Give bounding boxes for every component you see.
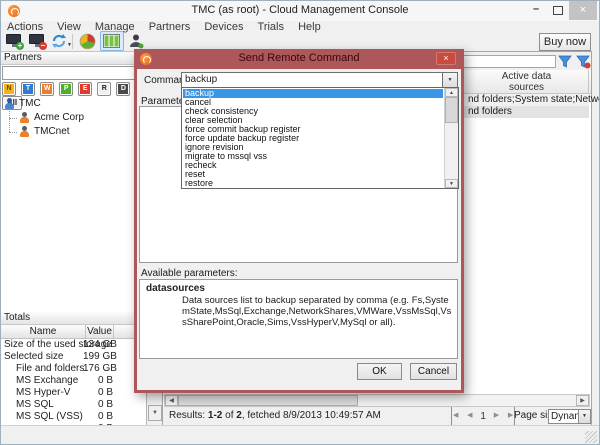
totals-row: MS Hyper-V0 B (1, 387, 147, 399)
tree-item-tmcnet[interactable]: TMCnet (1, 125, 147, 139)
dropdown-scrollbar[interactable]: ▲ ▼ (444, 88, 458, 188)
close-button[interactable]: × (569, 1, 597, 20)
filter-e-button[interactable]: E (78, 82, 92, 96)
ok-button[interactable]: OK (357, 363, 402, 380)
partner-filter-buttons: N T W P E R D All (2, 82, 146, 97)
totals-col-name[interactable]: Name (1, 325, 86, 338)
current-page-number: 1 (480, 408, 486, 426)
toolbar-separator (72, 34, 73, 49)
buy-now-button[interactable]: Buy now (539, 33, 591, 51)
dropdown-option-reset[interactable]: reset (183, 170, 443, 179)
maximize-button[interactable] (553, 6, 563, 15)
next-page-button[interactable]: ▶ (494, 407, 499, 425)
filter-t-button[interactable]: T (21, 82, 35, 96)
user-account-icon[interactable] (128, 33, 146, 49)
minimize-button[interactable]: – (529, 3, 543, 22)
totals-col-value[interactable]: Value (86, 325, 114, 338)
partner-icon (19, 126, 29, 137)
partner-root-icon (4, 98, 14, 109)
menu-view[interactable]: View (57, 21, 81, 33)
partners-panel: Partners N T W P E R D All TMC Acme Corp (1, 51, 147, 425)
clear-filter-icon[interactable] (576, 55, 591, 69)
partners-search-input[interactable] (2, 66, 145, 80)
first-page-button[interactable]: ◀ (451, 407, 458, 425)
filter-w-button[interactable]: W (40, 82, 54, 96)
scrollbar-thumb[interactable] (445, 97, 458, 123)
parameter-name: datasources (146, 283, 205, 294)
title-bar: TMC (as root) - Cloud Management Console… (1, 1, 599, 21)
chevron-down-icon: ▼ (578, 410, 590, 423)
scroll-left-button[interactable]: ◀ (165, 395, 178, 406)
scroll-up-button[interactable]: ▲ (445, 88, 458, 97)
totals-row: Selected size199 GB (1, 351, 147, 363)
tree-item-acme-corp[interactable]: Acme Corp (1, 111, 147, 125)
status-strip (1, 425, 599, 445)
menu-devices[interactable]: Devices (204, 21, 243, 33)
tree-item-tmc[interactable]: TMC (1, 97, 147, 111)
menu-partners[interactable]: Partners (149, 21, 191, 33)
dialog-title-bar: Send Remote Command × (134, 49, 464, 69)
filter-r-button[interactable]: R (97, 82, 111, 96)
totals-rows: Size of the used storage134 GB Selected … (1, 339, 147, 426)
partners-panel-title: Partners (1, 52, 146, 65)
window-title: TMC (as root) - Cloud Management Console (1, 4, 599, 16)
command-select[interactable]: backup ▼ (181, 72, 458, 88)
available-parameters-label: Available parameters: (141, 268, 238, 279)
chevron-down-icon: ▼ (442, 73, 457, 87)
menu-help[interactable]: Help (298, 21, 321, 33)
totals-row: MS SQL (VSS)0 B (1, 411, 147, 423)
scroll-right-button[interactable]: ▶ (576, 395, 589, 406)
results-bar: Results: 1-2 of 2, fetched 8/9/2013 10:4… (163, 407, 591, 426)
menu-bar: Actions View Manage Partners Devices Tri… (1, 21, 599, 33)
totals-column-headers: Name Value (1, 325, 147, 339)
filter-n-button[interactable]: N (2, 82, 16, 96)
filter-p-button[interactable]: P (59, 82, 73, 96)
parameter-description: Data sources list to backup separated by… (182, 295, 454, 328)
dropdown-option-recheck[interactable]: recheck (183, 161, 443, 170)
previous-page-button[interactable]: ◀ (467, 407, 472, 425)
pagination: ◀ ◀ 1 ▶ ▶ (448, 407, 518, 426)
dropdown-option-restore[interactable]: restore (183, 179, 443, 187)
totals-row: Size of the used storage134 GB (1, 339, 147, 351)
scrollbar-down-button[interactable]: ▼ (148, 405, 162, 421)
page-size-select[interactable]: Dynamic ▼ (548, 409, 591, 424)
dropdown-option-backup[interactable]: backup (183, 89, 443, 98)
dialog-close-button[interactable]: × (436, 52, 456, 65)
remove-device-icon[interactable]: − (28, 33, 46, 49)
app-window: TMC (as root) - Cloud Management Console… (0, 0, 600, 445)
totals-title: Totals (1, 312, 147, 325)
horizontal-scrollbar[interactable]: ◀ ▶ (164, 394, 590, 407)
dialog-title: Send Remote Command (134, 52, 464, 64)
partner-icon (19, 112, 29, 123)
resize-grip[interactable] (585, 431, 597, 443)
scrollbar-thumb[interactable] (178, 395, 358, 406)
send-remote-command-dialog: Send Remote Command × Command: backup ▼ … (134, 49, 464, 393)
totals-row: File and folders176 GB (1, 363, 147, 375)
available-parameters-box: datasources Data sources list to backup … (139, 279, 458, 359)
dropdown-option-migrate[interactable]: migrate to mssql vss (183, 152, 443, 161)
totals-row: MS SQL0 B (1, 399, 147, 411)
command-dropdown-list: backup cancel check consistency clear se… (181, 87, 459, 189)
totals-row: MS Exchange0 B (1, 375, 147, 387)
scroll-down-button[interactable]: ▼ (445, 179, 458, 188)
results-summary: Results: 1-2 of 2, fetched 8/9/2013 10:4… (169, 407, 381, 425)
totals-section: Totals Name Value Size of the used stora… (1, 312, 147, 426)
cancel-button[interactable]: Cancel (410, 363, 457, 380)
pie-chart-view-icon[interactable] (79, 33, 97, 49)
refresh-icon[interactable]: ▼ (51, 33, 69, 49)
dialog-body: Command: backup ▼ Parameters: backup can… (137, 69, 461, 390)
table-view-icon[interactable] (103, 33, 121, 49)
column-active-data-sources[interactable]: Active data sources (463, 71, 590, 93)
filter-d-button[interactable]: D (116, 82, 130, 96)
apply-filter-icon[interactable] (558, 55, 573, 69)
add-device-icon[interactable]: + (5, 33, 23, 49)
menu-trials[interactable]: Trials (258, 21, 284, 33)
menu-actions[interactable]: Actions (7, 21, 43, 33)
partners-tree: TMC Acme Corp TMCnet (1, 97, 147, 139)
column-divider (588, 70, 589, 93)
